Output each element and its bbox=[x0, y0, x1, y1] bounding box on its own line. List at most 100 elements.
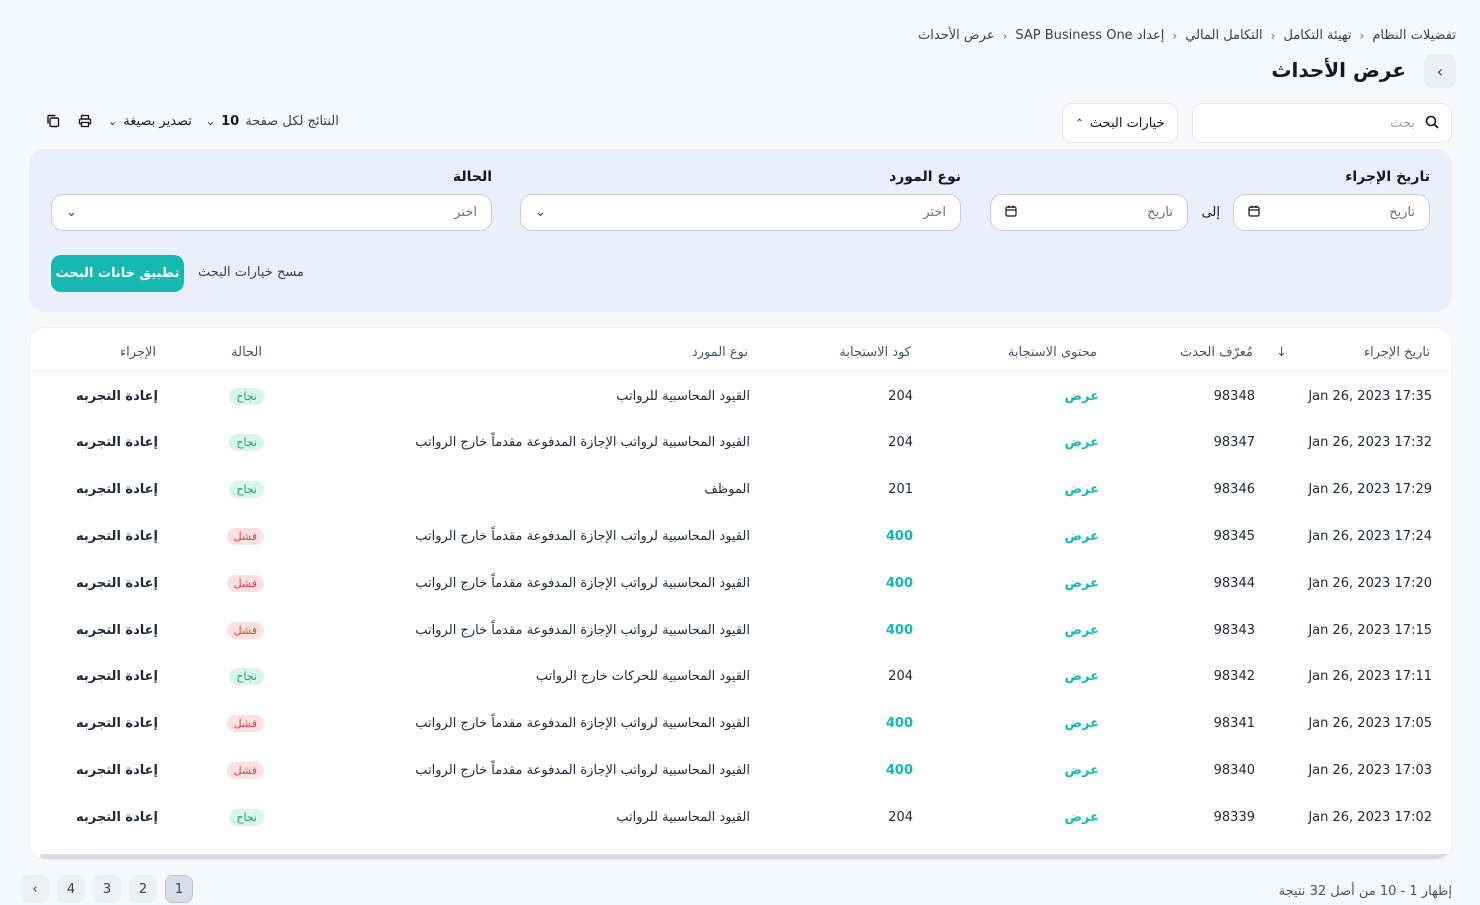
cell-action-date: Jan 26, 2023 17:03 bbox=[1308, 763, 1432, 778]
view-response-link[interactable]: عرض bbox=[1065, 669, 1099, 684]
chevron-down-icon: ⌄ bbox=[205, 114, 216, 128]
cell-event-id: 98340 bbox=[1213, 763, 1255, 778]
status-select[interactable]: اختر ⌄ bbox=[51, 194, 492, 231]
cell-supplier-type: القيود المحاسبية لرواتب الإجازة المدفوعة… bbox=[415, 435, 750, 450]
view-response-link[interactable]: عرض bbox=[1065, 482, 1099, 497]
export-dropdown[interactable]: تصدير بصيغة ⌄ bbox=[108, 114, 192, 129]
cell-action-date: Jan 26, 2023 17:05 bbox=[1308, 716, 1432, 731]
cell-response-code: 204 bbox=[888, 810, 913, 825]
view-response-link[interactable]: عرض bbox=[1065, 716, 1099, 731]
prev-page-button[interactable]: ‹ bbox=[21, 875, 49, 903]
cell-event-id: 98348 bbox=[1213, 389, 1255, 404]
chevron-down-icon: ⌄ bbox=[108, 114, 118, 128]
cell-action-date: Jan 26, 2023 17:11 bbox=[1308, 669, 1432, 684]
cell-supplier-type: القيود المحاسبية لرواتب الإجازة المدفوعة… bbox=[415, 529, 750, 544]
col-status[interactable]: الحالة bbox=[231, 345, 262, 360]
retry-button[interactable]: إعادة التجربه bbox=[76, 482, 158, 497]
cell-event-id: 98345 bbox=[1213, 529, 1255, 544]
supplier-type-placeholder: اختر bbox=[923, 205, 946, 220]
page-button[interactable]: 4 bbox=[57, 875, 85, 903]
breadcrumb-item[interactable]: تهيئة التكامل bbox=[1283, 28, 1351, 43]
cell-response-code: 204 bbox=[888, 389, 913, 404]
view-response-link[interactable]: عرض bbox=[1065, 763, 1099, 778]
cell-response-code: 204 bbox=[888, 435, 913, 450]
col-supplier-type[interactable]: نوع المورد bbox=[692, 345, 748, 360]
retry-button[interactable]: إعادة التجربه bbox=[76, 389, 158, 404]
view-response-link[interactable]: عرض bbox=[1065, 529, 1099, 544]
apply-filters-button[interactable]: تطبيق خانات البحث bbox=[51, 255, 184, 292]
cell-response-code: 400 bbox=[885, 763, 913, 778]
table-row: Jan 26, 2023 17:05 98341 عرض 400 القيود المح… bbox=[30, 701, 1451, 748]
breadcrumb-item[interactable]: إعداد SAP Business One bbox=[1015, 28, 1164, 43]
retry-button[interactable]: إعادة التجربه bbox=[76, 669, 158, 684]
view-response-link[interactable]: عرض bbox=[1065, 576, 1099, 591]
retry-button[interactable]: إعادة التجربه bbox=[76, 623, 158, 638]
retry-button[interactable]: إعادة التجربه bbox=[76, 529, 158, 544]
search-options-button[interactable]: خيارات البحث ⌃ bbox=[1062, 103, 1178, 143]
cell-event-id: 98347 bbox=[1213, 435, 1255, 450]
status-placeholder: اختر bbox=[454, 205, 477, 220]
filter-panel: تاريخ الإجراء تاريخ إلى تاريخ نوع المورد… bbox=[29, 149, 1452, 312]
breadcrumb-item[interactable]: تفضيلات النظام bbox=[1372, 28, 1456, 43]
chevron-left-icon: ‹ bbox=[1359, 28, 1365, 43]
status-badge: نجاح bbox=[229, 434, 264, 451]
cell-supplier-type: القيود المحاسبية للرواتب bbox=[616, 810, 750, 825]
view-response-link[interactable]: عرض bbox=[1065, 810, 1099, 825]
page-button[interactable]: 2 bbox=[129, 875, 157, 903]
chevron-left-icon: ‹ bbox=[1270, 28, 1276, 43]
per-page-value: 10 bbox=[221, 113, 240, 129]
retry-button[interactable]: إعادة التجربه bbox=[76, 810, 158, 825]
back-button[interactable]: ‹ bbox=[1424, 54, 1456, 88]
status-badge: فشل bbox=[226, 715, 264, 732]
supplier-type-select[interactable]: اختر ⌄ bbox=[520, 194, 961, 231]
retry-button[interactable]: إعادة التجربه bbox=[76, 576, 158, 591]
date-from-field[interactable]: تاريخ bbox=[1233, 194, 1430, 231]
table-row: Jan 26, 2023 17:11 98342 عرض 204 القيود المح… bbox=[30, 654, 1451, 701]
col-event-id[interactable]: مُعرّف الحدث bbox=[1180, 345, 1253, 360]
status-badge: فشل bbox=[226, 575, 264, 592]
chevron-down-icon: ⌄ bbox=[535, 205, 546, 220]
view-response-link[interactable]: عرض bbox=[1065, 623, 1099, 638]
cell-supplier-type: القيود المحاسبية لرواتب الإجازة المدفوعة… bbox=[415, 716, 750, 731]
view-response-link[interactable]: عرض bbox=[1065, 435, 1099, 450]
search-box[interactable] bbox=[1192, 103, 1452, 143]
clear-filters-button[interactable]: مسح خيارات البحث bbox=[198, 265, 304, 280]
sort-arrow-icon[interactable]: ↓ bbox=[1276, 345, 1287, 360]
horizontal-scrollbar[interactable] bbox=[40, 854, 1448, 859]
date-from-placeholder: تاريخ bbox=[1389, 205, 1415, 220]
cell-response-code: 201 bbox=[888, 482, 913, 497]
copy-icon[interactable] bbox=[44, 112, 62, 130]
chevron-left-icon: ‹ bbox=[1172, 28, 1178, 43]
status-badge: نجاح bbox=[229, 809, 264, 826]
cell-action-date: Jan 26, 2023 17:35 bbox=[1308, 389, 1432, 404]
page-title: عرض الأحداث bbox=[1271, 58, 1406, 82]
calendar-icon bbox=[1248, 205, 1260, 221]
status-badge: نجاح bbox=[229, 388, 264, 405]
col-response-content[interactable]: محتوى الاستجابة bbox=[1008, 345, 1097, 360]
retry-button[interactable]: إعادة التجربه bbox=[76, 435, 158, 450]
page-button[interactable]: 3 bbox=[93, 875, 121, 903]
cell-action-date: Jan 26, 2023 17:02 bbox=[1308, 810, 1432, 825]
search-input[interactable] bbox=[1205, 115, 1415, 131]
cell-supplier-type: القيود المحاسبية لرواتب الإجازة المدفوعة… bbox=[415, 763, 750, 778]
results-summary: إظهار 1 - 10 من أصل 32 نتيجة bbox=[1278, 884, 1452, 899]
retry-button[interactable]: إعادة التجربه bbox=[76, 763, 158, 778]
print-icon[interactable] bbox=[76, 112, 94, 130]
retry-button[interactable]: إعادة التجربه bbox=[76, 716, 158, 731]
page-button-current[interactable]: 1 bbox=[165, 875, 193, 903]
supplier-type-label: نوع المورد bbox=[889, 169, 961, 185]
cell-supplier-type: القيود المحاسبية للحركات خارج الرواتب bbox=[535, 669, 750, 684]
header-divider bbox=[30, 371, 1451, 372]
cell-response-code: 400 bbox=[885, 529, 913, 544]
col-action[interactable]: الإجراء bbox=[120, 345, 156, 360]
table-row: Jan 26, 2023 17:32 98347 عرض 204 القيود المح… bbox=[30, 420, 1451, 467]
cell-event-id: 98344 bbox=[1213, 576, 1255, 591]
col-response-code[interactable]: كود الاستجابة bbox=[839, 345, 911, 360]
action-date-label: تاريخ الإجراء bbox=[1345, 169, 1430, 185]
per-page-dropdown[interactable]: النتائج لكل صفحة 10 ⌄ bbox=[206, 114, 339, 129]
view-response-link[interactable]: عرض bbox=[1065, 389, 1099, 404]
col-action-date[interactable]: تاريخ الإجراء bbox=[1364, 345, 1430, 360]
breadcrumb-item[interactable]: التكامل المالي bbox=[1185, 28, 1262, 43]
date-to-field[interactable]: تاريخ bbox=[990, 194, 1188, 231]
cell-action-date: Jan 26, 2023 17:32 bbox=[1308, 435, 1432, 450]
